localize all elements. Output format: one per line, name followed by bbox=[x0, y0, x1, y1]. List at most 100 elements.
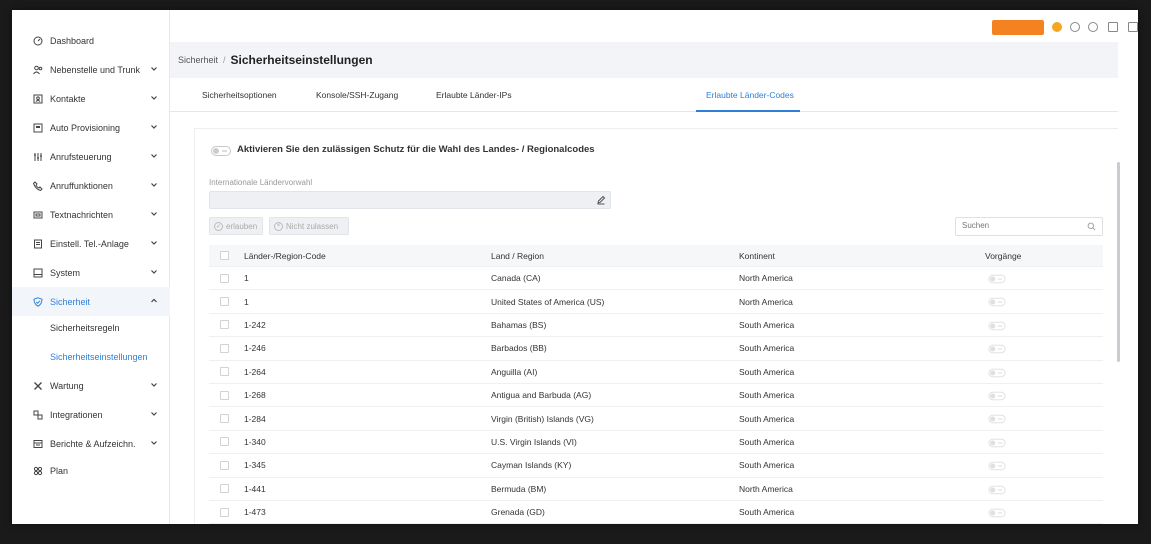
page-title: Sicherheitseinstellungen bbox=[230, 53, 373, 67]
sidebar-item-label: Berichte & Aufzeichn. bbox=[50, 438, 136, 449]
notification-icon[interactable] bbox=[1052, 22, 1062, 32]
cell-continent: North America bbox=[739, 296, 793, 307]
row-checkbox[interactable] bbox=[220, 437, 229, 447]
sidebar-item-label: Kontakte bbox=[50, 93, 86, 104]
pencil-icon bbox=[597, 195, 606, 205]
sidebar-item-security[interactable]: Sicherheit bbox=[12, 287, 170, 316]
active-tab-indicator bbox=[696, 110, 800, 112]
row-allow-toggle[interactable] bbox=[988, 508, 1006, 518]
chevron-down-icon bbox=[151, 96, 157, 100]
sidebar-item-plan[interactable]: Plan bbox=[12, 456, 170, 485]
select-all-checkbox[interactable] bbox=[220, 251, 229, 260]
allow-button[interactable]: ✓ erlauben bbox=[209, 217, 263, 235]
row-allow-toggle[interactable] bbox=[988, 368, 1006, 377]
info-icon[interactable] bbox=[1088, 22, 1098, 32]
cell-continent: South America bbox=[739, 436, 795, 447]
breadcrumb-parent[interactable]: Sicherheit bbox=[178, 55, 218, 65]
row-checkbox[interactable] bbox=[220, 297, 229, 307]
country-prefix-field[interactable] bbox=[209, 191, 611, 209]
cell-continent: South America bbox=[739, 507, 795, 518]
tab-allowed-country-ips[interactable]: Erlaubte Länder-IPs bbox=[436, 90, 512, 100]
row-allow-toggle[interactable] bbox=[988, 274, 1006, 284]
sidebar-item-integrations[interactable]: Integrationen bbox=[12, 400, 170, 429]
cell-code: 1-284 bbox=[244, 413, 266, 424]
enable-protection-label: Aktivieren Sie den zulässigen Schutz für… bbox=[237, 144, 595, 155]
sidebar-item-text-messages[interactable]: Textnachrichten bbox=[12, 200, 170, 229]
search-box[interactable] bbox=[955, 217, 1103, 236]
vertical-scrollbar[interactable] bbox=[1117, 162, 1120, 362]
column-header-code[interactable]: Länder-/Region-Code bbox=[244, 251, 326, 261]
row-allow-toggle[interactable] bbox=[988, 438, 1006, 447]
chevron-down-icon bbox=[151, 212, 157, 216]
search-input[interactable] bbox=[962, 221, 1082, 230]
sidebar-item-maintenance[interactable]: Wartung bbox=[12, 371, 170, 400]
screen-icon[interactable] bbox=[1128, 22, 1138, 32]
close-circle-icon: × bbox=[274, 221, 283, 231]
sidebar-item-call-features[interactable]: Anruffunktionen bbox=[12, 171, 170, 200]
row-allow-toggle[interactable] bbox=[988, 485, 1006, 494]
row-checkbox[interactable] bbox=[220, 484, 229, 494]
cell-code: 1-246 bbox=[244, 343, 266, 354]
cell-code: 1-441 bbox=[244, 483, 266, 494]
sidebar-subitem-security-rules[interactable]: Sicherheitsregeln bbox=[12, 313, 170, 342]
row-checkbox[interactable] bbox=[220, 320, 229, 330]
row-allow-toggle[interactable] bbox=[988, 344, 1006, 354]
row-allow-toggle[interactable] bbox=[988, 391, 1006, 401]
enable-protection-toggle[interactable] bbox=[211, 146, 231, 156]
row-allow-toggle[interactable] bbox=[988, 321, 1006, 331]
cell-continent: South America bbox=[739, 366, 795, 377]
header-action-button[interactable] bbox=[992, 20, 1044, 35]
cell-country: Grenada (GD) bbox=[491, 507, 545, 518]
edit-button[interactable] bbox=[591, 191, 611, 209]
row-allow-toggle[interactable] bbox=[988, 461, 1006, 471]
sidebar-item-pbx-settings[interactable]: Einstell. Tel.-Anlage bbox=[12, 229, 170, 258]
row-checkbox[interactable] bbox=[220, 390, 229, 400]
cell-country: Canada (CA) bbox=[491, 273, 541, 284]
chevron-down-icon bbox=[151, 383, 157, 387]
sidebar-item-system[interactable]: System bbox=[12, 258, 170, 287]
row-allow-toggle[interactable] bbox=[988, 298, 1006, 307]
cell-code: 1-242 bbox=[244, 319, 266, 330]
allow-button-label: erlauben bbox=[226, 221, 258, 231]
column-header-continent[interactable]: Kontinent bbox=[739, 251, 775, 261]
sidebar-item-auto-provisioning[interactable]: Auto Provisioning bbox=[12, 113, 170, 142]
chevron-down-icon bbox=[151, 412, 157, 416]
table-row: 1-340 U.S. Virgin Islands (VI) South Ameri… bbox=[209, 431, 1103, 455]
table-header: Länder-/Region-Code Land / Region Kontin… bbox=[209, 245, 1103, 267]
gauge-icon bbox=[32, 35, 44, 47]
sidebar-item-extensions[interactable]: Nebenstelle und Trunk bbox=[12, 55, 170, 84]
row-checkbox[interactable] bbox=[220, 460, 229, 470]
deny-button[interactable]: × Nicht zulassen bbox=[269, 217, 349, 235]
table-row: 1-264 Anguilla (AI) South America bbox=[209, 361, 1103, 384]
report-icon bbox=[32, 438, 44, 450]
network-icon[interactable] bbox=[1108, 22, 1118, 32]
sidebar-item-call-control[interactable]: Anrufsteuerung bbox=[12, 142, 170, 171]
deny-button-label: Nicht zulassen bbox=[286, 221, 339, 231]
sidebar-item-contacts[interactable]: Kontakte bbox=[12, 84, 170, 113]
table-row: 1-246 Barbados (BB) South America bbox=[209, 337, 1103, 361]
row-checkbox[interactable] bbox=[220, 343, 229, 353]
cell-continent: South America bbox=[739, 319, 795, 330]
row-checkbox[interactable] bbox=[220, 507, 229, 517]
tab-allowed-country-codes[interactable]: Erlaubte Länder-Codes bbox=[706, 90, 794, 100]
help-icon[interactable] bbox=[1070, 22, 1080, 32]
tab-security-options[interactable]: Sicherheitsoptionen bbox=[202, 90, 277, 100]
tab-console-ssh[interactable]: Konsole/SSH-Zugang bbox=[316, 90, 398, 100]
column-header-country[interactable]: Land / Region bbox=[491, 251, 544, 261]
cell-continent: South America bbox=[739, 413, 795, 424]
row-checkbox[interactable] bbox=[220, 273, 229, 283]
sidebar-item-label: Nebenstelle und Trunk bbox=[50, 64, 141, 75]
check-circle-icon: ✓ bbox=[214, 221, 223, 231]
row-checkbox[interactable] bbox=[220, 414, 229, 424]
cell-continent: South America bbox=[739, 390, 795, 401]
sidebar-item-reports[interactable]: Berichte & Aufzeichn. bbox=[12, 429, 170, 458]
message-icon bbox=[32, 209, 44, 221]
row-checkbox[interactable] bbox=[220, 367, 229, 377]
cell-code: 1 bbox=[244, 273, 249, 284]
monitor-icon bbox=[32, 267, 44, 279]
table-row: 1 United States of America (US) North Amer… bbox=[209, 290, 1103, 314]
row-allow-toggle[interactable] bbox=[988, 415, 1006, 424]
cell-continent: South America bbox=[739, 460, 795, 471]
sidebar-item-dashboard[interactable]: Dashboard bbox=[12, 26, 170, 55]
sidebar-subitem-security-settings[interactable]: Sicherheitseinstellungen bbox=[12, 342, 170, 371]
